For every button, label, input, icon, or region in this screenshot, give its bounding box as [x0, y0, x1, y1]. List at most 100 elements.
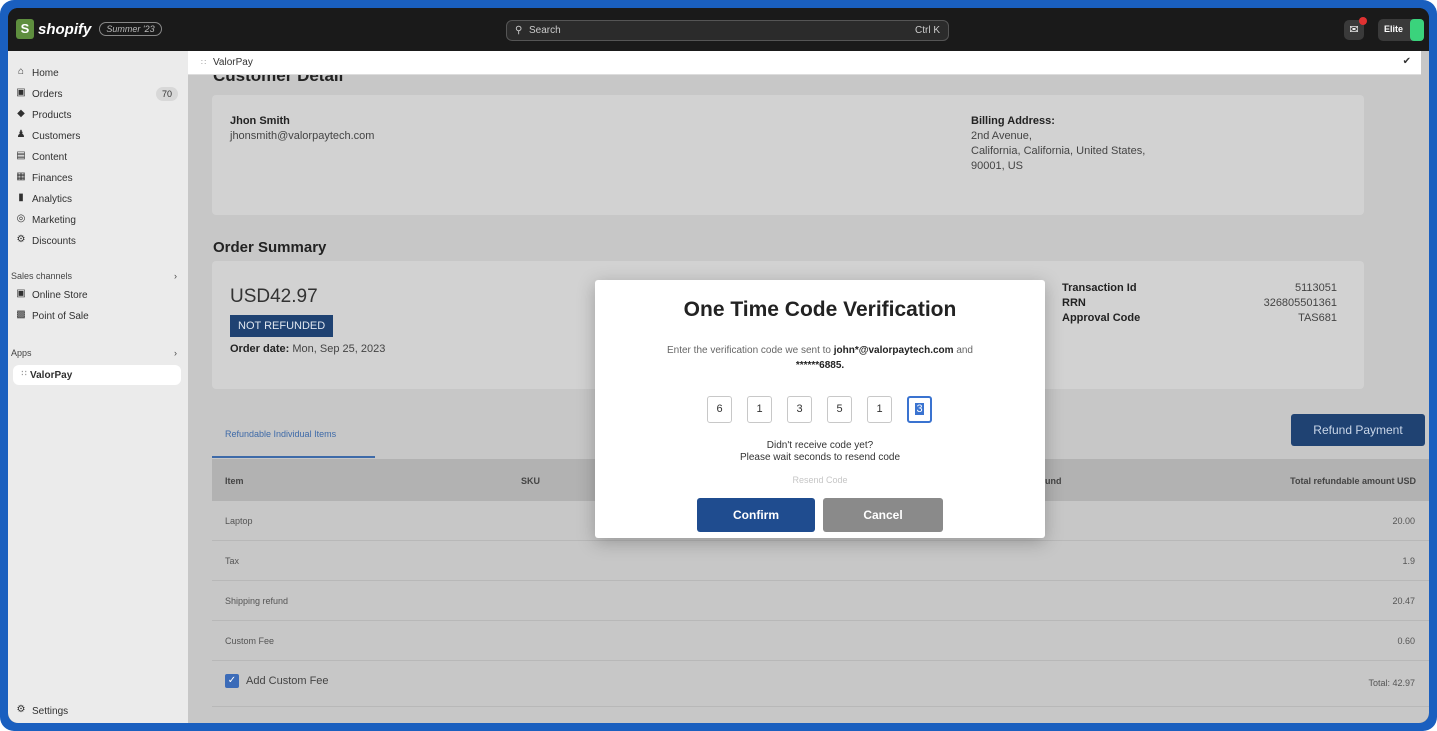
resend-code-link[interactable]: Resend Code — [595, 475, 1045, 485]
info-line-1: Didn't receive code yet? — [766, 440, 874, 451]
search-input[interactable]: ⚲ Search Ctrl K — [506, 20, 949, 41]
notification-dot — [1359, 17, 1367, 25]
billing-line-2: California, California, United States, — [971, 145, 1146, 157]
row-item: Laptop — [225, 516, 253, 526]
sidebar-item-orders[interactable]: ▣ Orders 70 — [8, 84, 188, 104]
section-label: Sales channels — [11, 271, 73, 281]
row-amount: 20.47 — [1392, 596, 1415, 606]
transaction-label: Transaction Id — [1062, 282, 1137, 294]
tab-refundable-items[interactable]: Refundable Individual Items — [225, 429, 336, 439]
gear-icon: ⚙ — [16, 704, 26, 715]
sidebar-item-analytics[interactable]: ▮ Analytics — [8, 189, 188, 209]
sidebar-item-label: Finances — [32, 173, 73, 184]
sidebar-item-customers[interactable]: ♟ Customers — [8, 126, 188, 146]
sidebar-item-products[interactable]: ◆ Products — [8, 105, 188, 125]
otp-verification-modal: One Time Code Verification Enter the ver… — [595, 280, 1045, 538]
bank-icon: ▦ — [16, 171, 26, 182]
row-amount: 20.00 — [1392, 516, 1415, 526]
sidebar-item-label: Settings — [32, 706, 69, 717]
customer-email: jhonsmith@valorpaytech.com — [230, 130, 375, 142]
sidebar-item-content[interactable]: ▤ Content — [8, 147, 188, 167]
total-amount: Total: 42.97 — [1368, 678, 1415, 688]
column-item: Item — [225, 476, 244, 486]
app-header: ∷ ValorPay ✔ — [188, 51, 1421, 75]
bell-icon: ✉ — [1349, 24, 1359, 36]
search-icon: ⚲ — [515, 25, 523, 36]
chevron-right-icon: › — [174, 348, 177, 358]
order-summary-heading: Order Summary — [213, 239, 327, 256]
masked-phone: ******6885. — [795, 360, 845, 371]
store-avatar — [1410, 19, 1424, 41]
otp-digit-4[interactable]: 5 — [827, 396, 852, 423]
customer-name: Jhon Smith — [230, 115, 290, 127]
person-icon: ♟ — [16, 129, 26, 140]
otp-digit-6[interactable]: 3 — [907, 396, 932, 423]
app-grid-icon: ∷ — [201, 58, 207, 67]
sidebar-item-label: Content — [32, 152, 68, 163]
otp-digit-2[interactable]: 1 — [747, 396, 772, 423]
add-custom-fee-checkbox[interactable]: ✓ — [225, 674, 239, 688]
section-label: Apps — [11, 348, 32, 358]
sales-channels-header[interactable]: Sales channels › — [11, 271, 181, 281]
sidebar-item-settings[interactable]: ⚙ Settings — [8, 701, 188, 721]
target-icon: ◎ — [16, 213, 26, 224]
sidebar-item-finances[interactable]: ▦ Finances — [8, 168, 188, 188]
sidebar-item-valorpay[interactable]: ∷ ValorPay — [13, 365, 181, 385]
status-badge: NOT REFUNDED — [230, 315, 334, 337]
otp-digit-6-value: 3 — [915, 403, 924, 415]
sidebar-item-label: Marketing — [32, 215, 76, 226]
sidebar-item-home[interactable]: ⌂ Home — [8, 63, 188, 83]
approval-label: Approval Code — [1062, 312, 1141, 324]
sidebar-item-label: Orders — [32, 89, 63, 100]
search-placeholder: Search — [529, 25, 561, 36]
table-row: Custom Fee 0.60 — [212, 621, 1429, 661]
customer-detail-heading: Customer Detail — [213, 74, 344, 85]
order-date: Order date: Mon, Sep 25, 2023 — [230, 343, 385, 355]
sidebar-item-label: Products — [32, 110, 72, 121]
sidebar-item-discounts[interactable]: ⚙ Discounts — [8, 231, 188, 251]
store-menu-button[interactable]: Elite — [1378, 19, 1424, 41]
sidebar-item-online-store[interactable]: ▣ Online Store — [8, 285, 188, 305]
otp-digit-3[interactable]: 3 — [787, 396, 812, 423]
otp-digit-5[interactable]: 1 — [867, 396, 892, 423]
sidebar-item-point-of-sale[interactable]: ▩ Point of Sale — [8, 306, 188, 326]
desc-prefix: Enter the verification code we sent to — [666, 345, 831, 356]
info-line-2: Please wait seconds to resend code — [739, 452, 901, 463]
discount-icon: ⚙ — [16, 234, 26, 245]
order-date-label: Order date: — [230, 343, 290, 355]
app-window: S shopify Summer '23 ⚲ Search Ctrl K ✉ E… — [8, 8, 1429, 723]
refund-payment-button[interactable]: Refund Payment — [1291, 414, 1425, 446]
tag-icon: ◆ — [17, 108, 25, 119]
sidebar-item-marketing[interactable]: ◎ Marketing — [8, 210, 188, 230]
chevron-right-icon: › — [174, 271, 177, 281]
column-sku: SKU — [521, 476, 541, 486]
shopify-logo[interactable]: S shopify Summer '23 — [16, 19, 162, 39]
pin-icon[interactable]: ✔ — [1403, 56, 1411, 67]
transaction-value: 5113051 — [1294, 282, 1337, 294]
row-item: Tax — [225, 556, 240, 566]
store-name: Elite — [1384, 24, 1404, 34]
sidebar-item-label: Discounts — [32, 236, 76, 247]
sidebar-item-label: ValorPay — [30, 370, 73, 381]
row-amount: 0.60 — [1397, 636, 1415, 646]
row-amount: 1.9 — [1402, 556, 1415, 566]
sidebar-item-label: Analytics — [32, 194, 73, 205]
add-custom-fee-row: ✓ Add Custom Fee Total: 42.97 — [212, 661, 1429, 707]
bar-chart-icon: ▮ — [18, 192, 24, 203]
notifications-button[interactable]: ✉ — [1344, 17, 1367, 40]
content-icon: ▤ — [16, 150, 26, 161]
add-custom-fee-label[interactable]: Add Custom Fee — [246, 675, 329, 687]
confirm-button[interactable]: Confirm — [697, 498, 815, 532]
home-icon: ⌂ — [17, 66, 25, 77]
brand-name: shopify — [38, 20, 92, 38]
edition-badge: Summer '23 — [99, 22, 162, 36]
modal-description: Enter the verification code we sent to j… — [630, 343, 1010, 373]
grid-icon: ∷ — [21, 369, 27, 378]
approval-value: TAS681 — [1298, 312, 1337, 324]
apps-header[interactable]: Apps › — [11, 348, 181, 358]
sidebar-item-label: Point of Sale — [32, 311, 89, 322]
otp-digit-1[interactable]: 6 — [707, 396, 732, 423]
cancel-button[interactable]: Cancel — [823, 498, 943, 532]
order-date-value: Mon, Sep 25, 2023 — [292, 343, 386, 355]
column-total: Total refundable amount USD — [1290, 476, 1416, 486]
